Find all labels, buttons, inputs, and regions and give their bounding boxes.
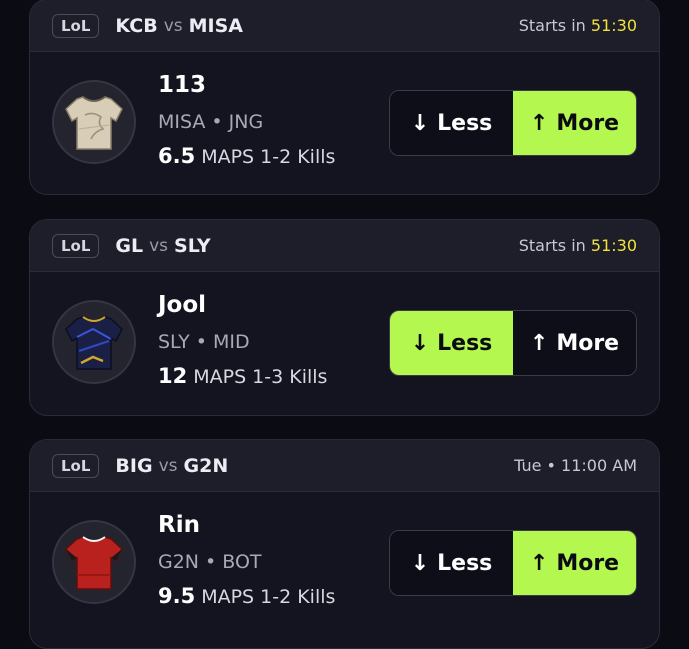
line-stat: MAPS 1-2 Kills [201,146,336,168]
league-badge: LoL [52,233,100,258]
player-avatar [52,520,136,604]
jersey-icon [65,316,123,370]
start-time-prefix: Starts in [518,16,586,35]
prop-line: 9.5 MAPS 1-2 Kills [158,584,335,608]
team-b: MISA [188,14,244,37]
pick-toggle: ↓ Less ↑ More [389,90,637,156]
arrow-down-icon: ↓ [410,330,430,356]
player-name: 113 [158,72,207,98]
player-position: MID [212,331,250,353]
player-team: G2N [158,551,200,573]
scheduled-time: Tue • 11:00 AM [514,456,637,475]
player-name: Rin [158,512,200,538]
countdown: 51:30 [590,16,637,35]
team-a: GL [115,234,144,257]
less-button[interactable]: ↓ Less [390,91,513,155]
prop-line: 12 MAPS 1-3 Kills [158,364,327,388]
team-b: SLY [174,234,211,257]
line-stat: MAPS 1-3 Kills [193,366,328,388]
player-position: JNG [228,111,264,133]
player-team: MISA [158,111,206,133]
match-header: LoL KCB vs MISA Starts in 51:30 [30,0,659,52]
vs-label: vs [163,15,183,36]
prop-card-jool: LoL GL vs SLY Starts in 51:30 Jool SLY • M… [29,219,660,416]
vs-label: vs [158,455,178,476]
line-value: 6.5 [158,144,196,168]
start-time: Tue • 11:00 AM [514,456,637,475]
more-label: More [556,550,620,576]
team-b: G2N [183,454,229,477]
team-a: KCB [115,14,158,37]
prop-body: Rin G2N • BOT 9.5 MAPS 1-2 Kills ↓ Less ↑ M… [30,492,659,634]
player-team: SLY [158,331,190,353]
countdown: 51:30 [590,236,637,255]
prop-body: Jool SLY • MID 12 MAPS 1-3 Kills ↓ Less ↑ M… [30,272,659,414]
start-time: Starts in 51:30 [519,236,637,255]
prop-card-rin: LoL BIG vs G2N Tue • 11:00 AM Rin G2N • BO… [29,439,660,649]
prop-line: 6.5 MAPS 1-2 Kills [158,144,335,168]
more-button[interactable]: ↑ More [513,311,636,375]
more-button[interactable]: ↑ More [513,91,636,155]
jersey-icon [65,536,123,590]
start-time: Starts in 51:30 [519,16,637,35]
league-badge: LoL [52,453,100,478]
match-header: LoL GL vs SLY Starts in 51:30 [30,220,659,272]
pick-toggle: ↓ Less ↑ More [389,530,637,596]
pick-toggle: ↓ Less ↑ More [389,310,637,376]
less-button[interactable]: ↓ Less [390,531,513,595]
prop-card-113: LoL KCB vs MISA Starts in 51:30 113 MISA… [29,0,660,195]
jersey-icon [65,96,123,150]
league-badge: LoL [52,13,100,38]
prop-body: 113 MISA • JNG 6.5 MAPS 1-2 Kills ↓ Less ↑ … [30,52,659,194]
separator-dot: • [195,331,207,353]
player-position: BOT [222,551,262,573]
less-label: Less [437,330,493,356]
start-time-prefix: Starts in [518,236,586,255]
arrow-up-icon: ↑ [529,330,549,356]
arrow-down-icon: ↓ [410,550,430,576]
vs-label: vs [149,235,169,256]
less-button[interactable]: ↓ Less [390,311,513,375]
separator-dot: • [211,111,223,133]
player-avatar [52,80,136,164]
player-avatar [52,300,136,384]
player-name: Jool [158,292,207,318]
player-team-position: G2N • BOT [158,551,262,573]
line-value: 9.5 [158,584,196,608]
line-value: 12 [158,364,188,388]
match-header: LoL BIG vs G2N Tue • 11:00 AM [30,440,659,492]
more-label: More [556,110,620,136]
line-stat: MAPS 1-2 Kills [201,586,336,608]
more-label: More [556,330,620,356]
player-team-position: MISA • JNG [158,111,263,133]
player-team-position: SLY • MID [158,331,250,353]
arrow-up-icon: ↑ [529,110,549,136]
arrow-down-icon: ↓ [410,110,430,136]
separator-dot: • [205,551,217,573]
more-button[interactable]: ↑ More [513,531,636,595]
less-label: Less [437,550,493,576]
less-label: Less [437,110,493,136]
team-a: BIG [115,454,153,477]
arrow-up-icon: ↑ [529,550,549,576]
